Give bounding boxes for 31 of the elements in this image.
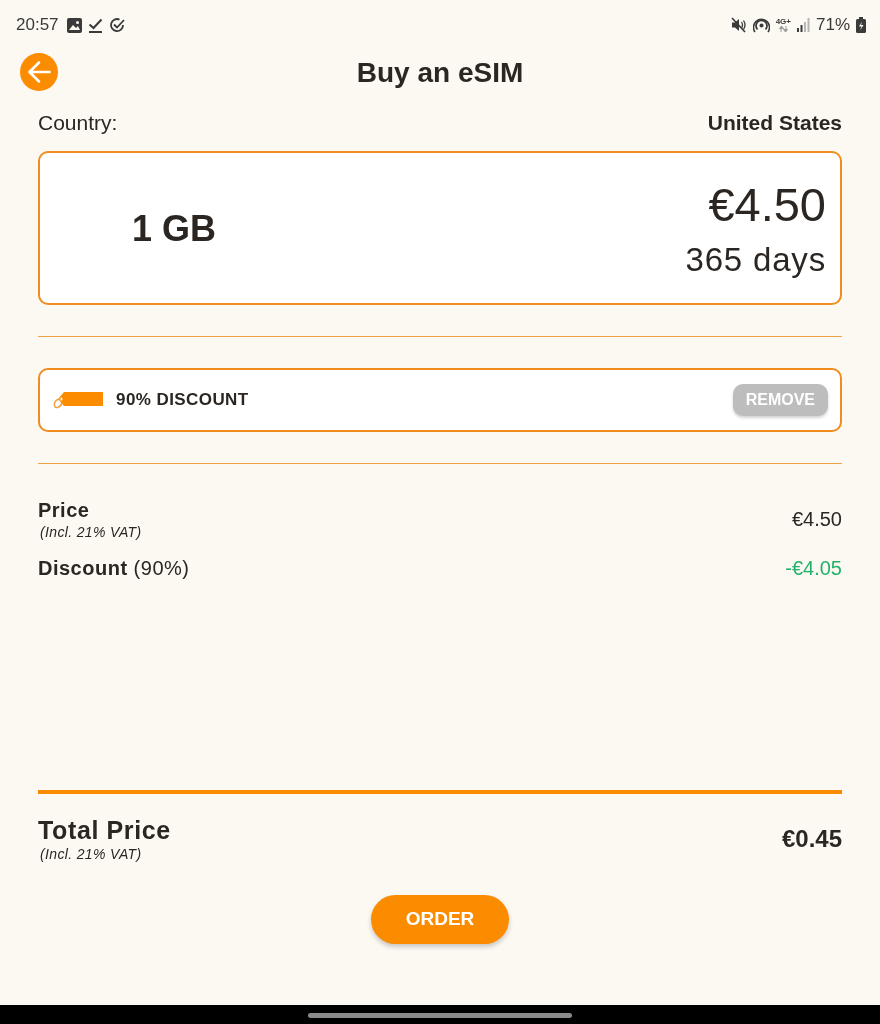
data-amount: 1 GB [132,206,217,251]
price-amount: €4.50 [791,507,842,532]
image-icon [66,17,82,33]
order-button[interactable]: ORDER [371,895,509,944]
status-time: 20:57 [16,14,59,37]
total-label: Total Price [38,815,171,845]
price-label: Price [38,498,91,523]
vat-note: (Incl. 21% VAT) [40,523,142,541]
coupon-label: 90% DISCOUNT [116,389,249,412]
plan-price: €4.50 [708,177,826,233]
battery-percentage: 71% [815,14,850,37]
check-circle-icon [108,17,125,33]
network-type: 4G+ [775,18,791,26]
battery-icon [856,17,866,33]
tag-icon [52,389,104,411]
download-done-icon [87,17,103,33]
vat-note: (Incl. 21% VAT) [40,845,143,863]
arrow-left-icon [27,61,51,83]
remove-button[interactable]: REMOVE [732,384,828,416]
hotspot-icon [752,17,770,33]
data-arrows-icon [778,26,788,32]
page-title: Buy an eSIM [356,55,524,90]
signal-icon [796,18,810,32]
back-button[interactable] [20,53,58,91]
discount-amount: -€4.05 [785,556,842,581]
discount-label: Discount (90%) [38,556,190,581]
total-amount: €0.45 [781,824,842,854]
country-value: United States [707,111,842,135]
mute-icon [730,17,747,33]
country-label: Country: [38,111,118,135]
plan-validity: 365 days [685,239,826,280]
